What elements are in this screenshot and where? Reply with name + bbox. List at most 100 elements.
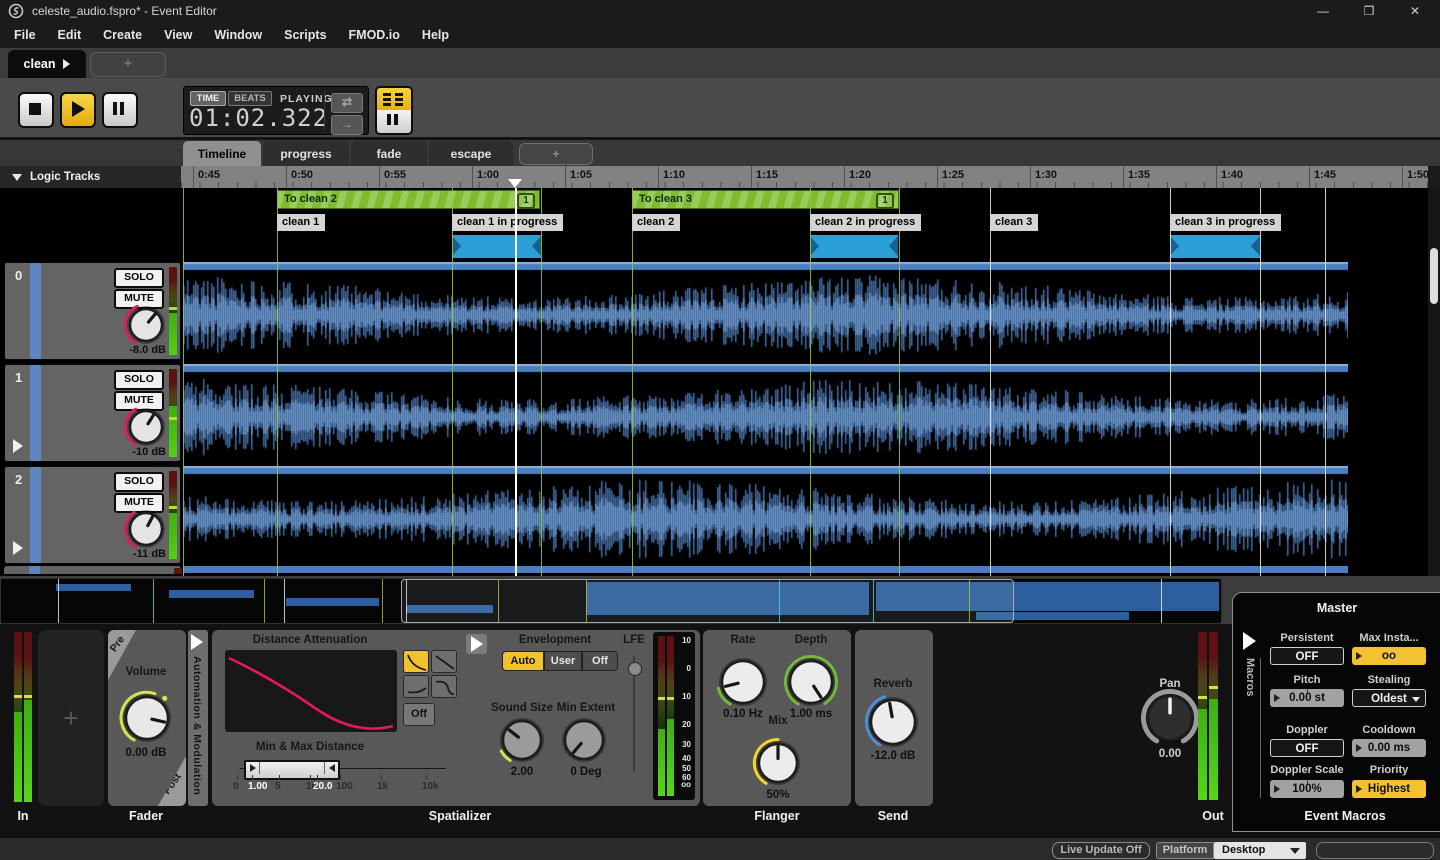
divider — [324, 91, 325, 130]
menu-view[interactable]: View — [156, 24, 206, 46]
ruler-tick-label: 0:45 — [198, 169, 220, 181]
waveform-clip[interactable] — [183, 262, 1348, 360]
partial-waveform-bar — [183, 566, 1348, 573]
stop-button[interactable] — [18, 92, 54, 128]
stop-icon — [29, 103, 41, 115]
follow-playback-button[interactable]: → — [331, 115, 363, 135]
close-button[interactable]: ✕ — [1402, 2, 1428, 20]
ruler-tick-label: 1:25 — [942, 169, 964, 181]
menu-scripts[interactable]: Scripts — [276, 24, 340, 46]
overview-waveform-segment — [56, 584, 131, 591]
maximize-button[interactable]: ❐ — [1356, 2, 1382, 20]
destination-marker[interactable]: clean 1 in progress — [452, 214, 563, 231]
platform-dropdown[interactable]: Desktop — [1214, 842, 1306, 859]
meter-peak-dash — [169, 417, 177, 420]
track-level-meter — [169, 471, 177, 559]
destination-marker[interactable]: clean 2 — [632, 214, 680, 231]
tracker-lanes-toggle[interactable] — [375, 110, 413, 135]
menu-help[interactable]: Help — [414, 24, 463, 46]
track-volume-knob[interactable] — [122, 505, 170, 553]
play-icon — [72, 101, 85, 117]
collapse-triangle-icon — [12, 174, 22, 181]
menu-edit[interactable]: Edit — [50, 24, 96, 46]
time-readout: 01:02.322 — [189, 104, 328, 132]
ruler-tick-label: 1:35 — [1128, 169, 1150, 181]
overview-line-white — [284, 579, 285, 623]
meter-peak-dash — [169, 307, 177, 310]
add-sheet-tab-button[interactable]: + — [519, 143, 593, 165]
solo-button[interactable]: SOLO — [114, 370, 164, 390]
playhead-marker[interactable] — [508, 179, 522, 188]
overview-line-green — [382, 579, 383, 623]
transition-condition-badge: 1 — [876, 193, 894, 209]
track-header[interactable]: 0SOLOMUTE-8.0 dB — [4, 262, 181, 360]
track-volume-knob[interactable] — [122, 403, 170, 451]
event-editor-window: celeste_audio.fspro* - Event Editor — ❐ … — [0, 0, 1440, 860]
transition-region[interactable]: To clean 3 1 — [632, 190, 899, 209]
menu-bar: FileEditCreateViewWindowScriptsFMOD.ioHe… — [0, 22, 1440, 48]
ruler-tick-label: 0:50 — [291, 169, 313, 181]
window-title: celeste_audio.fspro* - Event Editor — [32, 4, 217, 18]
vertical-scrollbar[interactable] — [1428, 188, 1440, 576]
destination-marker[interactable]: clean 3 in progress — [1170, 214, 1281, 231]
tab-escape[interactable]: escape — [429, 141, 513, 166]
logic-tracks-header[interactable]: Logic Tracks — [0, 166, 181, 188]
live-update-button[interactable]: Live Update Off — [1052, 842, 1150, 859]
minimize-button[interactable]: — — [1310, 2, 1336, 20]
add-event-tab-button[interactable]: + — [90, 52, 166, 77]
menu-create[interactable]: Create — [95, 24, 156, 46]
scrollbar-thumb[interactable] — [1430, 248, 1438, 304]
ruler-tick-label: 1:20 — [849, 169, 871, 181]
solo-button[interactable]: SOLO — [114, 472, 164, 492]
ruler-tick — [286, 166, 287, 188]
ruler-tick — [1216, 166, 1217, 188]
ruler-tick-label: 1:30 — [1035, 169, 1057, 181]
track-volume-knob[interactable] — [122, 301, 170, 349]
overview-line-green — [153, 579, 154, 623]
destination-marker[interactable]: clean 3 — [990, 214, 1038, 231]
waveform-clip[interactable] — [183, 466, 1348, 564]
destination-marker[interactable]: clean 2 in progress — [810, 214, 921, 231]
meter-peak-dash — [169, 506, 177, 509]
event-tab-clean[interactable]: clean — [8, 50, 86, 78]
track-header[interactable]: 2SOLOMUTE-11 dB — [4, 466, 181, 564]
tab-timeline[interactable]: Timeline — [183, 141, 261, 166]
overview-waveform-segment — [286, 598, 379, 606]
tab-fade[interactable]: fade — [351, 141, 427, 166]
loop-region[interactable] — [810, 235, 898, 258]
loop-playback-button[interactable]: ⇄ — [331, 93, 363, 113]
track-level-meter — [169, 267, 177, 355]
lanes-icon — [387, 114, 391, 125]
track-number: 0 — [15, 268, 22, 283]
solo-button[interactable]: SOLO — [114, 268, 164, 288]
ruler-tick — [472, 166, 473, 188]
play-button[interactable] — [60, 92, 96, 128]
ruler-tick — [937, 166, 938, 188]
transition-label: To clean 3 — [639, 193, 692, 205]
overview-line-green — [264, 579, 265, 623]
transition-label: To clean 2 — [284, 193, 337, 205]
overview-viewport[interactable] — [401, 579, 1014, 623]
track-expand-arrow[interactable] — [13, 439, 23, 453]
ruler-tick — [565, 166, 566, 188]
overview-line-white — [58, 579, 59, 623]
pause-button[interactable] — [102, 92, 138, 128]
loop-region[interactable] — [1170, 235, 1260, 258]
menu-window[interactable]: Window — [206, 24, 276, 46]
platform-label: Platform — [1156, 842, 1214, 859]
transition-region[interactable]: To clean 21 — [277, 190, 540, 209]
loop-region[interactable] — [452, 235, 541, 258]
ruler-corner — [1428, 166, 1440, 188]
track-expand-arrow[interactable] — [13, 541, 23, 555]
track-color-strip — [30, 467, 41, 563]
destination-marker[interactable]: clean 1 — [277, 214, 325, 231]
timeline-overview[interactable] — [0, 578, 1222, 624]
track-header[interactable]: 1SOLOMUTE-10 dB — [4, 364, 181, 462]
timeline-ruler[interactable]: 0:450:500:551:001:051:101:151:201:251:30… — [181, 166, 1428, 188]
tab-progress[interactable]: progress — [263, 141, 349, 166]
menu-file[interactable]: File — [6, 24, 50, 46]
waveform-clip[interactable] — [183, 364, 1348, 462]
menu-fmodio[interactable]: FMOD.io — [341, 24, 414, 46]
track-number: 1 — [15, 370, 22, 385]
overview-waveform-segment — [169, 590, 254, 598]
